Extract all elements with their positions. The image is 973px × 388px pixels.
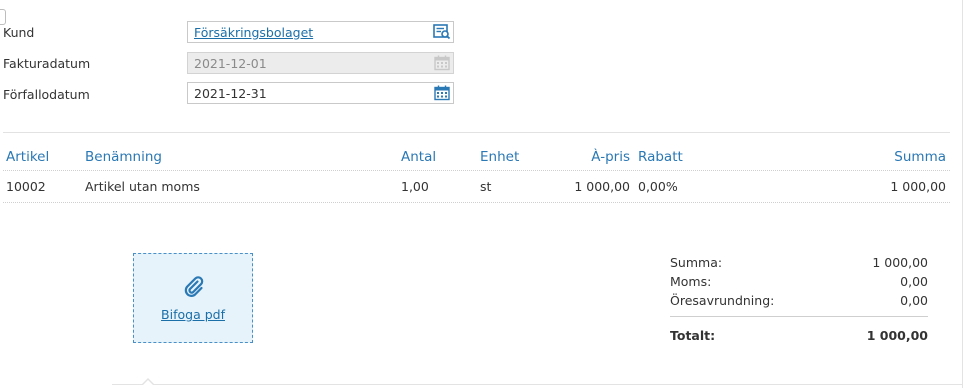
subtotal-label: Summa:: [670, 255, 723, 270]
calendar-icon: [431, 53, 453, 73]
cell-discount: 0,00%: [638, 179, 678, 194]
cell-unit-price: 1 000,00: [574, 179, 630, 194]
invoice-date-label: Fakturadatum: [3, 56, 91, 71]
customer-link[interactable]: Försäkringsbolaget: [194, 25, 313, 40]
col-header-unit[interactable]: Enhet: [480, 149, 519, 165]
paperclip-icon: [182, 274, 204, 301]
cell-sum: 1 000,00: [890, 179, 946, 194]
cell-description: Artikel utan moms: [85, 179, 200, 194]
col-header-quantity[interactable]: Antal: [401, 149, 436, 165]
customer-field[interactable]: Försäkringsbolaget: [187, 21, 454, 43]
vat-label: Moms:: [670, 274, 712, 289]
section-divider: [3, 132, 950, 133]
panel-edge-tab: [0, 9, 6, 25]
col-header-article[interactable]: Artikel: [6, 149, 49, 165]
customer-lookup-icon[interactable]: [431, 22, 453, 42]
cell-quantity: 1,00: [401, 179, 429, 194]
attach-pdf-link[interactable]: Bifoga pdf: [161, 307, 225, 322]
vat-value: 0,00: [900, 274, 928, 289]
due-date-label: Förfallodatum: [3, 87, 90, 102]
bottom-panel-edge: [112, 384, 962, 385]
cell-unit: st: [480, 179, 492, 194]
invoice-date-field: 2021-12-01: [187, 52, 454, 74]
row-divider: [3, 202, 950, 203]
callout-arrow-inner: [143, 380, 153, 385]
panel-right-border: [962, 0, 963, 388]
due-date-field[interactable]: 2021-12-31: [187, 82, 454, 104]
col-header-description[interactable]: Benämning: [85, 149, 162, 165]
total-label: Totalt:: [670, 328, 716, 343]
invoice-date-value: 2021-12-01: [194, 55, 267, 71]
totals-divider: [670, 316, 928, 317]
customer-label: Kund: [3, 25, 35, 40]
col-header-sum[interactable]: Summa: [846, 149, 946, 165]
cell-article: 10002: [6, 179, 46, 194]
col-header-unit-price[interactable]: À-pris: [560, 149, 630, 165]
col-header-discount[interactable]: Rabatt: [638, 149, 683, 165]
due-date-value[interactable]: 2021-12-31: [188, 86, 431, 101]
attach-pdf-dropzone[interactable]: Bifoga pdf: [133, 253, 253, 343]
total-value: 1 000,00: [866, 328, 928, 343]
subtotal-value: 1 000,00: [872, 255, 928, 270]
calendar-icon[interactable]: [431, 83, 453, 103]
rounding-value: 0,00: [900, 293, 928, 308]
rounding-label: Öresavrundning:: [670, 293, 775, 308]
